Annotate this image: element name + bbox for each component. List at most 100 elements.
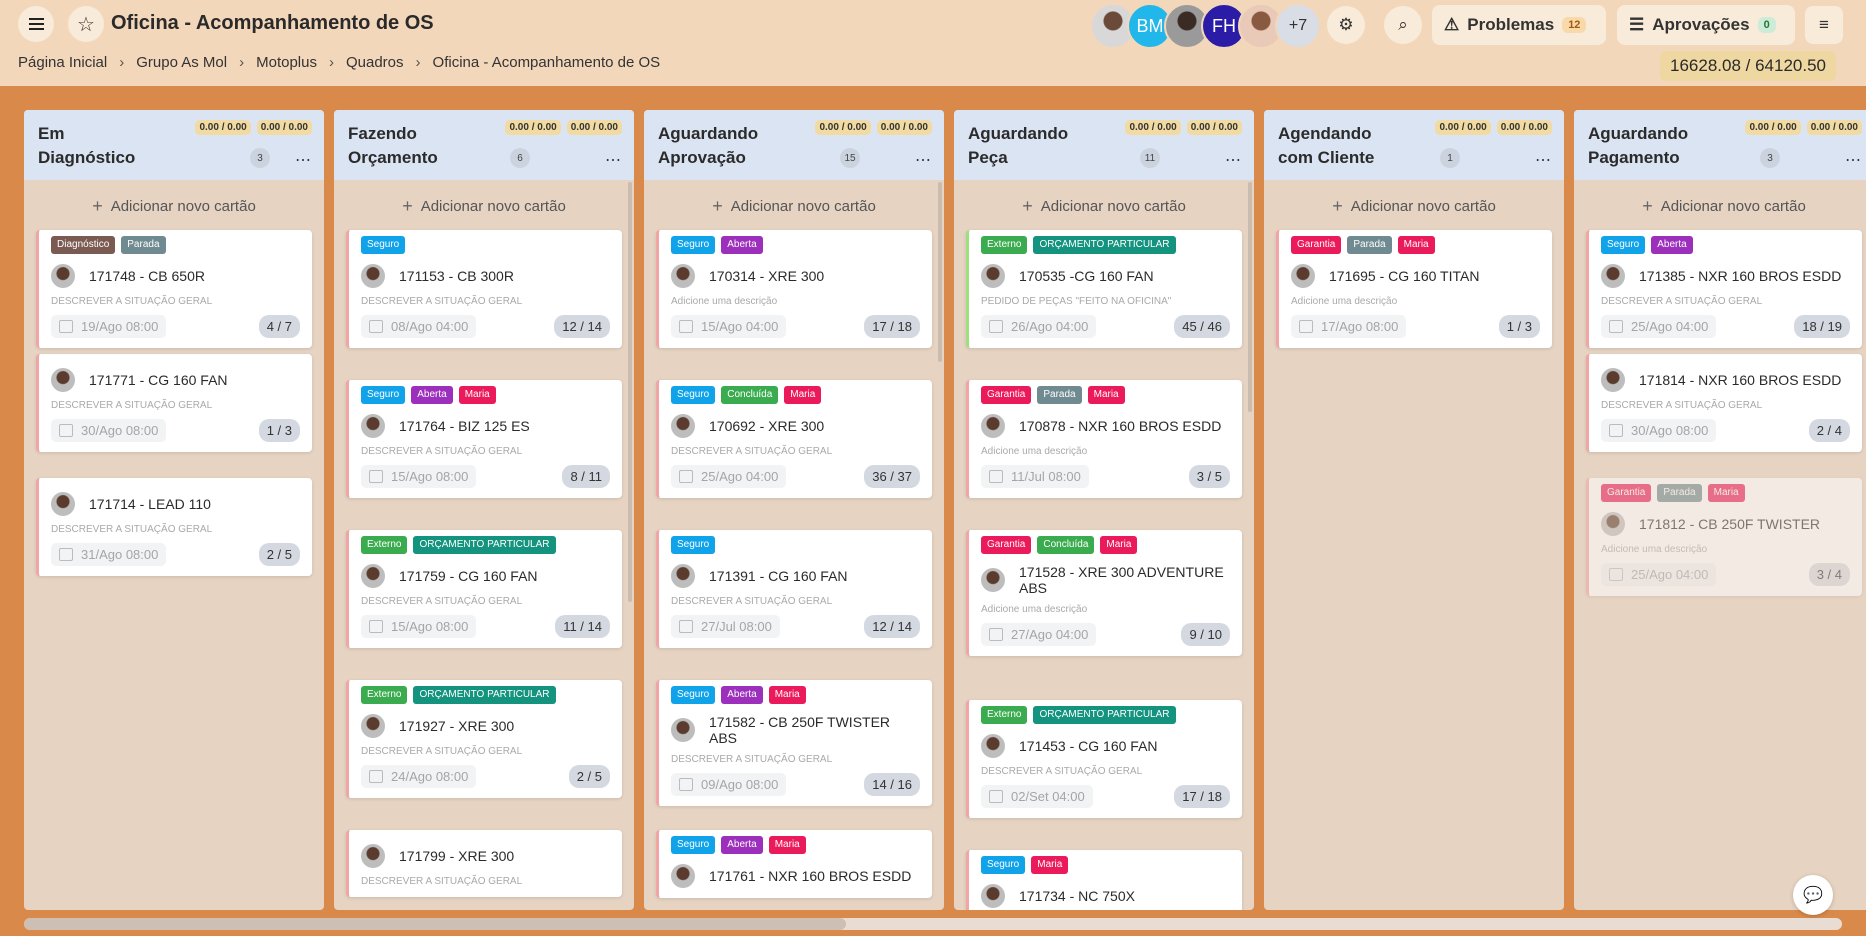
menu-icon[interactable] — [18, 6, 54, 42]
assignee-avatar[interactable] — [981, 734, 1005, 758]
card-description: DESCREVER A SITUAÇÃO GERAL — [1601, 296, 1763, 307]
os-card[interactable]: Seguro 171391 - CG 160 FAN DESCREVER A SIT… — [656, 530, 932, 648]
column-menu-icon[interactable]: ⋯ — [605, 150, 622, 170]
os-card[interactable]: Seguro Concluída Maria 170692 - XRE 300 DESC… — [656, 380, 932, 498]
due-date[interactable]: 25/Ago 04:00 — [671, 465, 787, 488]
column-scrollbar[interactable] — [1248, 182, 1252, 412]
due-date[interactable]: 19/Ago 08:00 — [51, 315, 167, 338]
os-card[interactable]: Externo ORÇAMENTO PARTICULAR 171453 - CG 1… — [966, 700, 1242, 818]
due-date[interactable]: 09/Ago 08:00 — [671, 773, 787, 796]
os-card[interactable]: Seguro Aberta 170314 - XRE 300 Adicione uma… — [656, 230, 932, 348]
assignee-avatar[interactable] — [671, 718, 695, 742]
assignee-avatar[interactable] — [51, 368, 75, 392]
assignee-avatar[interactable] — [51, 264, 75, 288]
due-date[interactable]: 30/Ago 08:00 — [51, 419, 167, 442]
breadcrumb-group[interactable]: Grupo As Mol — [136, 54, 227, 71]
assignee-avatar[interactable] — [1601, 512, 1625, 536]
os-card[interactable]: Garantia Concluída Maria 171528 - XRE 300 A… — [966, 530, 1242, 656]
os-card[interactable]: Seguro Aberta Maria 171764 - BIZ 125 ES DESC… — [346, 380, 622, 498]
os-card[interactable]: Seguro 171153 - CB 300R DESCREVER A SITUAÇ… — [346, 230, 622, 348]
os-card[interactable]: 171714 - LEAD 110 DESCREVER A SITUAÇÃO GE… — [36, 478, 312, 576]
due-date-text: 17/Ago 08:00 — [1321, 319, 1399, 334]
os-card[interactable]: Externo ORÇAMENTO PARTICULAR 171759 - CG 1… — [346, 530, 622, 648]
add-card-button[interactable]: + Adicionar novo cartão — [1264, 180, 1564, 232]
add-card-button[interactable]: + Adicionar novo cartão — [954, 180, 1254, 232]
assignee-avatar[interactable] — [671, 264, 695, 288]
column-menu-icon[interactable]: ⋯ — [1225, 150, 1242, 170]
column-menu-icon[interactable]: ⋯ — [1845, 150, 1862, 170]
column-scrollbar[interactable] — [938, 182, 942, 362]
assignee-avatar[interactable] — [1601, 368, 1625, 392]
os-card[interactable]: Seguro Maria 171734 - NC 750X — [966, 850, 1242, 910]
os-card[interactable]: Seguro Aberta 171385 - NXR 160 BROS ESDD DE… — [1586, 230, 1862, 348]
assignee-avatar[interactable] — [981, 884, 1005, 908]
due-date[interactable]: 08/Ago 04:00 — [361, 315, 477, 338]
column-scrollbar[interactable] — [628, 182, 632, 602]
column-menu-icon[interactable]: ⋯ — [915, 150, 932, 170]
add-card-button[interactable]: + Adicionar novo cartão — [334, 180, 634, 232]
assignee-avatar[interactable] — [361, 714, 385, 738]
os-card[interactable]: 171814 - NXR 160 BROS ESDD DESCREVER A SI… — [1586, 354, 1862, 452]
due-date[interactable]: 25/Ago 04:00 — [1601, 563, 1717, 586]
assignee-avatar[interactable] — [361, 414, 385, 438]
os-card[interactable]: Diagnóstico Parada 171748 - CB 650R DESCREV… — [36, 230, 312, 348]
add-card-button[interactable]: + Adicionar novo cartão — [24, 180, 324, 232]
card-tags: Externo ORÇAMENTO PARTICULAR — [361, 536, 610, 554]
due-date[interactable]: 17/Ago 08:00 — [1291, 315, 1407, 338]
due-date[interactable]: 30/Ago 08:00 — [1601, 419, 1717, 442]
assignee-avatar[interactable] — [1601, 264, 1625, 288]
assignee-avatar[interactable] — [981, 264, 1005, 288]
due-date[interactable]: 27/Ago 04:00 — [981, 623, 1097, 646]
assignee-avatar[interactable] — [981, 568, 1005, 592]
favorite-star-icon[interactable]: ☆ — [68, 6, 104, 42]
due-date[interactable]: 15/Ago 04:00 — [671, 315, 787, 338]
due-date[interactable]: 15/Ago 08:00 — [361, 465, 477, 488]
chat-icon[interactable]: 💬 — [1793, 875, 1833, 915]
column-menu-icon[interactable]: ⋯ — [295, 150, 312, 170]
due-date[interactable]: 24/Ago 08:00 — [361, 765, 477, 788]
assignee-avatar[interactable] — [51, 492, 75, 516]
breadcrumb-company[interactable]: Motoplus — [256, 54, 317, 71]
due-date[interactable]: 11/Jul 08:00 — [981, 465, 1089, 488]
tag-label: Externo — [361, 686, 408, 704]
os-card[interactable]: Garantia Parada Maria 170878 - NXR 160 BROS… — [966, 380, 1242, 498]
os-card[interactable]: Externo ORÇAMENTO PARTICULAR 171927 - XRE … — [346, 680, 622, 798]
due-date[interactable]: 02/Set 04:00 — [981, 785, 1093, 808]
os-card[interactable]: Seguro Aberta Maria 171761 - NXR 160 BROS E… — [656, 830, 932, 898]
manage-members-icon[interactable]: ⚙ — [1327, 6, 1365, 44]
due-date[interactable]: 27/Jul 08:00 — [671, 615, 780, 638]
calendar-icon — [59, 424, 73, 437]
search-icon[interactable]: ⌕ — [1384, 6, 1422, 44]
assignee-avatar[interactable] — [361, 564, 385, 588]
assignee-avatar[interactable] — [671, 414, 695, 438]
assignee-avatar[interactable] — [671, 564, 695, 588]
os-card[interactable]: Garantia Parada Maria 171812 - CB 250F TWIS… — [1586, 478, 1862, 596]
column-menu-icon[interactable]: ⋯ — [1535, 150, 1552, 170]
os-card[interactable]: Seguro Aberta Maria 171582 - CB 250F TWISTE… — [656, 680, 932, 806]
os-card[interactable]: 171799 - XRE 300 DESCREVER A SITUAÇÃO GER… — [346, 830, 622, 897]
assignee-avatar[interactable] — [361, 264, 385, 288]
os-card[interactable]: 171771 - CG 160 FAN DESCREVER A SITUAÇÃO … — [36, 354, 312, 452]
due-date[interactable]: 26/Ago 04:00 — [981, 315, 1097, 338]
os-card[interactable]: Externo ORÇAMENTO PARTICULAR 170535 -CG 16… — [966, 230, 1242, 348]
due-date[interactable]: 25/Ago 04:00 — [1601, 315, 1717, 338]
add-card-button[interactable]: + Adicionar novo cartão — [644, 180, 944, 232]
due-date[interactable]: 31/Ago 08:00 — [51, 543, 167, 566]
add-card-button[interactable]: + Adicionar novo cartão — [1574, 180, 1866, 232]
card-description: DESCREVER A SITUAÇÃO GERAL — [1601, 400, 1763, 411]
board-menu-icon[interactable]: ≡ — [1805, 6, 1843, 44]
card-description: DESCREVER A SITUAÇÃO GERAL — [671, 596, 833, 607]
assignee-avatar[interactable] — [361, 844, 385, 868]
approvals-button[interactable]: ☰ Aprovações 0 — [1617, 5, 1795, 45]
assignee-avatar[interactable] — [671, 864, 695, 888]
due-date[interactable]: 15/Ago 08:00 — [361, 615, 477, 638]
more-members-badge[interactable]: +7 — [1275, 3, 1321, 49]
scrollbar-thumb[interactable] — [24, 918, 846, 930]
assignee-avatar[interactable] — [1291, 264, 1315, 288]
problems-button[interactable]: ⚠ Problemas 12 — [1432, 5, 1606, 45]
breadcrumb-boards[interactable]: Quadros — [346, 54, 404, 71]
assignee-avatar[interactable] — [981, 414, 1005, 438]
breadcrumb-home[interactable]: Página Inicial — [18, 54, 107, 71]
horizontal-scrollbar[interactable] — [24, 918, 1842, 930]
os-card[interactable]: Garantia Parada Maria 171695 - CG 160 TITAN… — [1276, 230, 1552, 348]
